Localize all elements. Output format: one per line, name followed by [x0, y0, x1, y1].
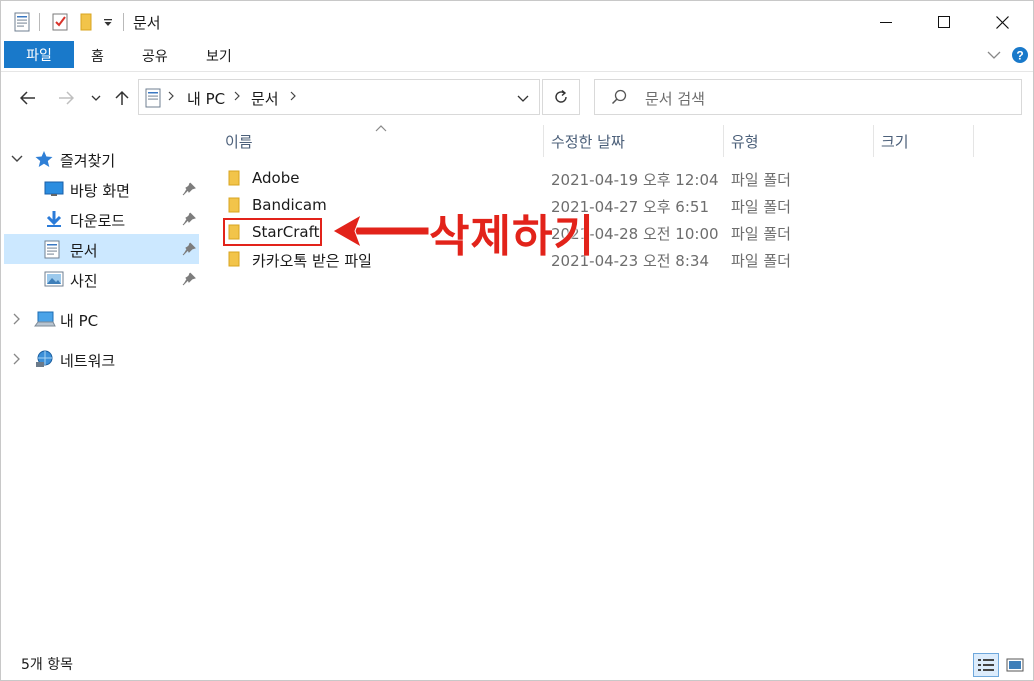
sidebar-item-documents[interactable]: 문서: [4, 234, 199, 264]
column-header: 이름 수정한 날짜 유형 크기: [205, 123, 1025, 157]
desktop-icon: [44, 180, 64, 198]
file-row[interactable]: Adobe 2021-04-19 오후 12:04 파일 폴더: [205, 165, 1005, 192]
ribbon: 파일 홈 공유 보기 ?: [1, 41, 1033, 69]
sidebar-item-network[interactable]: 네트워크: [4, 344, 199, 374]
sidebar-item-downloads[interactable]: 다운로드: [4, 204, 199, 234]
expand-ribbon-icon[interactable]: [984, 45, 1004, 65]
column-type[interactable]: 유형: [731, 131, 759, 152]
file-type: 파일 폴더: [731, 225, 791, 243]
folder-icon: [227, 169, 241, 191]
pin-icon[interactable]: [182, 182, 196, 196]
file-date: 2021-04-19 오후 12:04: [551, 171, 719, 189]
star-icon: [34, 150, 54, 168]
file-type: 파일 폴더: [731, 252, 791, 270]
title-bar: 문서: [1, 1, 1033, 43]
computer-icon: [34, 310, 56, 328]
breadcrumb-chevron-icon[interactable]: [167, 89, 175, 107]
file-explorer-window: 문서 파일 홈 공유 보기 ? 내 PC 문서 문서 검색 즐겨찾기 바탕 화면…: [0, 0, 1034, 681]
up-button[interactable]: [109, 85, 135, 111]
document-icon: [145, 88, 161, 112]
highlight-box: [223, 218, 322, 246]
navigation-pane: 즐겨찾기 바탕 화면 다운로드 문서 사진 내 PC 네트워크: [1, 141, 201, 641]
recent-locations-icon[interactable]: [85, 85, 107, 111]
sidebar-item-pictures[interactable]: 사진: [4, 264, 199, 294]
refresh-button[interactable]: [542, 79, 580, 115]
column-size[interactable]: 크기: [881, 131, 909, 152]
pictures-icon: [44, 270, 64, 288]
column-date-modified[interactable]: 수정한 날짜: [551, 131, 625, 152]
file-type: 파일 폴더: [731, 198, 791, 216]
file-row[interactable]: Bandicam 2021-04-27 오후 6:51 파일 폴더: [205, 192, 1005, 219]
breadcrumb-chevron-icon[interactable]: [289, 89, 297, 107]
file-type: 파일 폴더: [731, 171, 791, 189]
sort-ascending-icon: [375, 121, 387, 137]
maximize-button[interactable]: [915, 1, 973, 43]
address-dropdown-icon[interactable]: [513, 88, 533, 108]
folder-icon: [227, 250, 241, 272]
breadcrumb-chevron-icon[interactable]: [233, 89, 241, 107]
breadcrumb-documents[interactable]: 문서: [251, 88, 279, 109]
download-icon: [44, 210, 64, 228]
file-name[interactable]: 카카오톡 받은 파일: [252, 250, 372, 271]
details-view-icon[interactable]: [973, 653, 999, 677]
chevron-right-icon[interactable]: [10, 352, 24, 366]
chevron-right-icon[interactable]: [10, 312, 24, 326]
pin-icon[interactable]: [182, 242, 196, 256]
search-input[interactable]: 문서 검색: [594, 79, 1022, 115]
forward-button[interactable]: [53, 85, 79, 111]
file-name[interactable]: Bandicam: [252, 196, 327, 214]
checkmark-icon[interactable]: [51, 11, 69, 33]
pin-icon[interactable]: [182, 272, 196, 286]
column-name[interactable]: 이름: [225, 131, 253, 152]
pin-icon[interactable]: [182, 212, 196, 226]
minimize-button[interactable]: [857, 1, 915, 43]
arrow-icon: [331, 213, 430, 249]
item-count: 5개 항목: [21, 657, 73, 673]
sidebar-item-desktop[interactable]: 바탕 화면: [4, 174, 199, 204]
sidebar-item-this-pc[interactable]: 내 PC: [4, 304, 199, 334]
network-icon: [34, 350, 54, 368]
properties-icon[interactable]: [14, 11, 30, 33]
address-bar[interactable]: 내 PC 문서: [138, 79, 540, 115]
large-icons-view-icon[interactable]: [1002, 653, 1028, 677]
new-folder-icon[interactable]: [79, 11, 93, 33]
file-name[interactable]: Adobe: [252, 169, 299, 187]
folder-icon: [227, 196, 241, 218]
chevron-down-icon[interactable]: [10, 152, 24, 166]
tab-share[interactable]: 공유: [142, 46, 168, 66]
tab-home[interactable]: 홈: [91, 46, 104, 66]
svg-text:?: ?: [1016, 49, 1023, 63]
customize-toolbar-icon[interactable]: [103, 11, 113, 33]
file-row[interactable]: StarCraft 2021-04-28 오전 10:00 파일 폴더: [205, 219, 1005, 246]
search-icon: [611, 89, 627, 109]
window-title: 문서: [133, 14, 161, 32]
tab-file[interactable]: 파일: [4, 41, 74, 68]
delete-callout: 삭제하기: [429, 211, 595, 262]
breadcrumb-this-pc[interactable]: 내 PC: [187, 88, 225, 109]
document-icon: [44, 240, 64, 259]
file-row[interactable]: 카카오톡 받은 파일 2021-04-23 오전 8:34 파일 폴더: [205, 246, 1005, 273]
tab-view[interactable]: 보기: [206, 46, 232, 66]
search-placeholder: 문서 검색: [645, 90, 705, 108]
close-button[interactable]: [973, 1, 1031, 43]
back-button[interactable]: [15, 85, 41, 111]
help-icon[interactable]: ?: [1010, 45, 1030, 65]
sidebar-item-quick-access[interactable]: 즐겨찾기: [4, 144, 199, 174]
